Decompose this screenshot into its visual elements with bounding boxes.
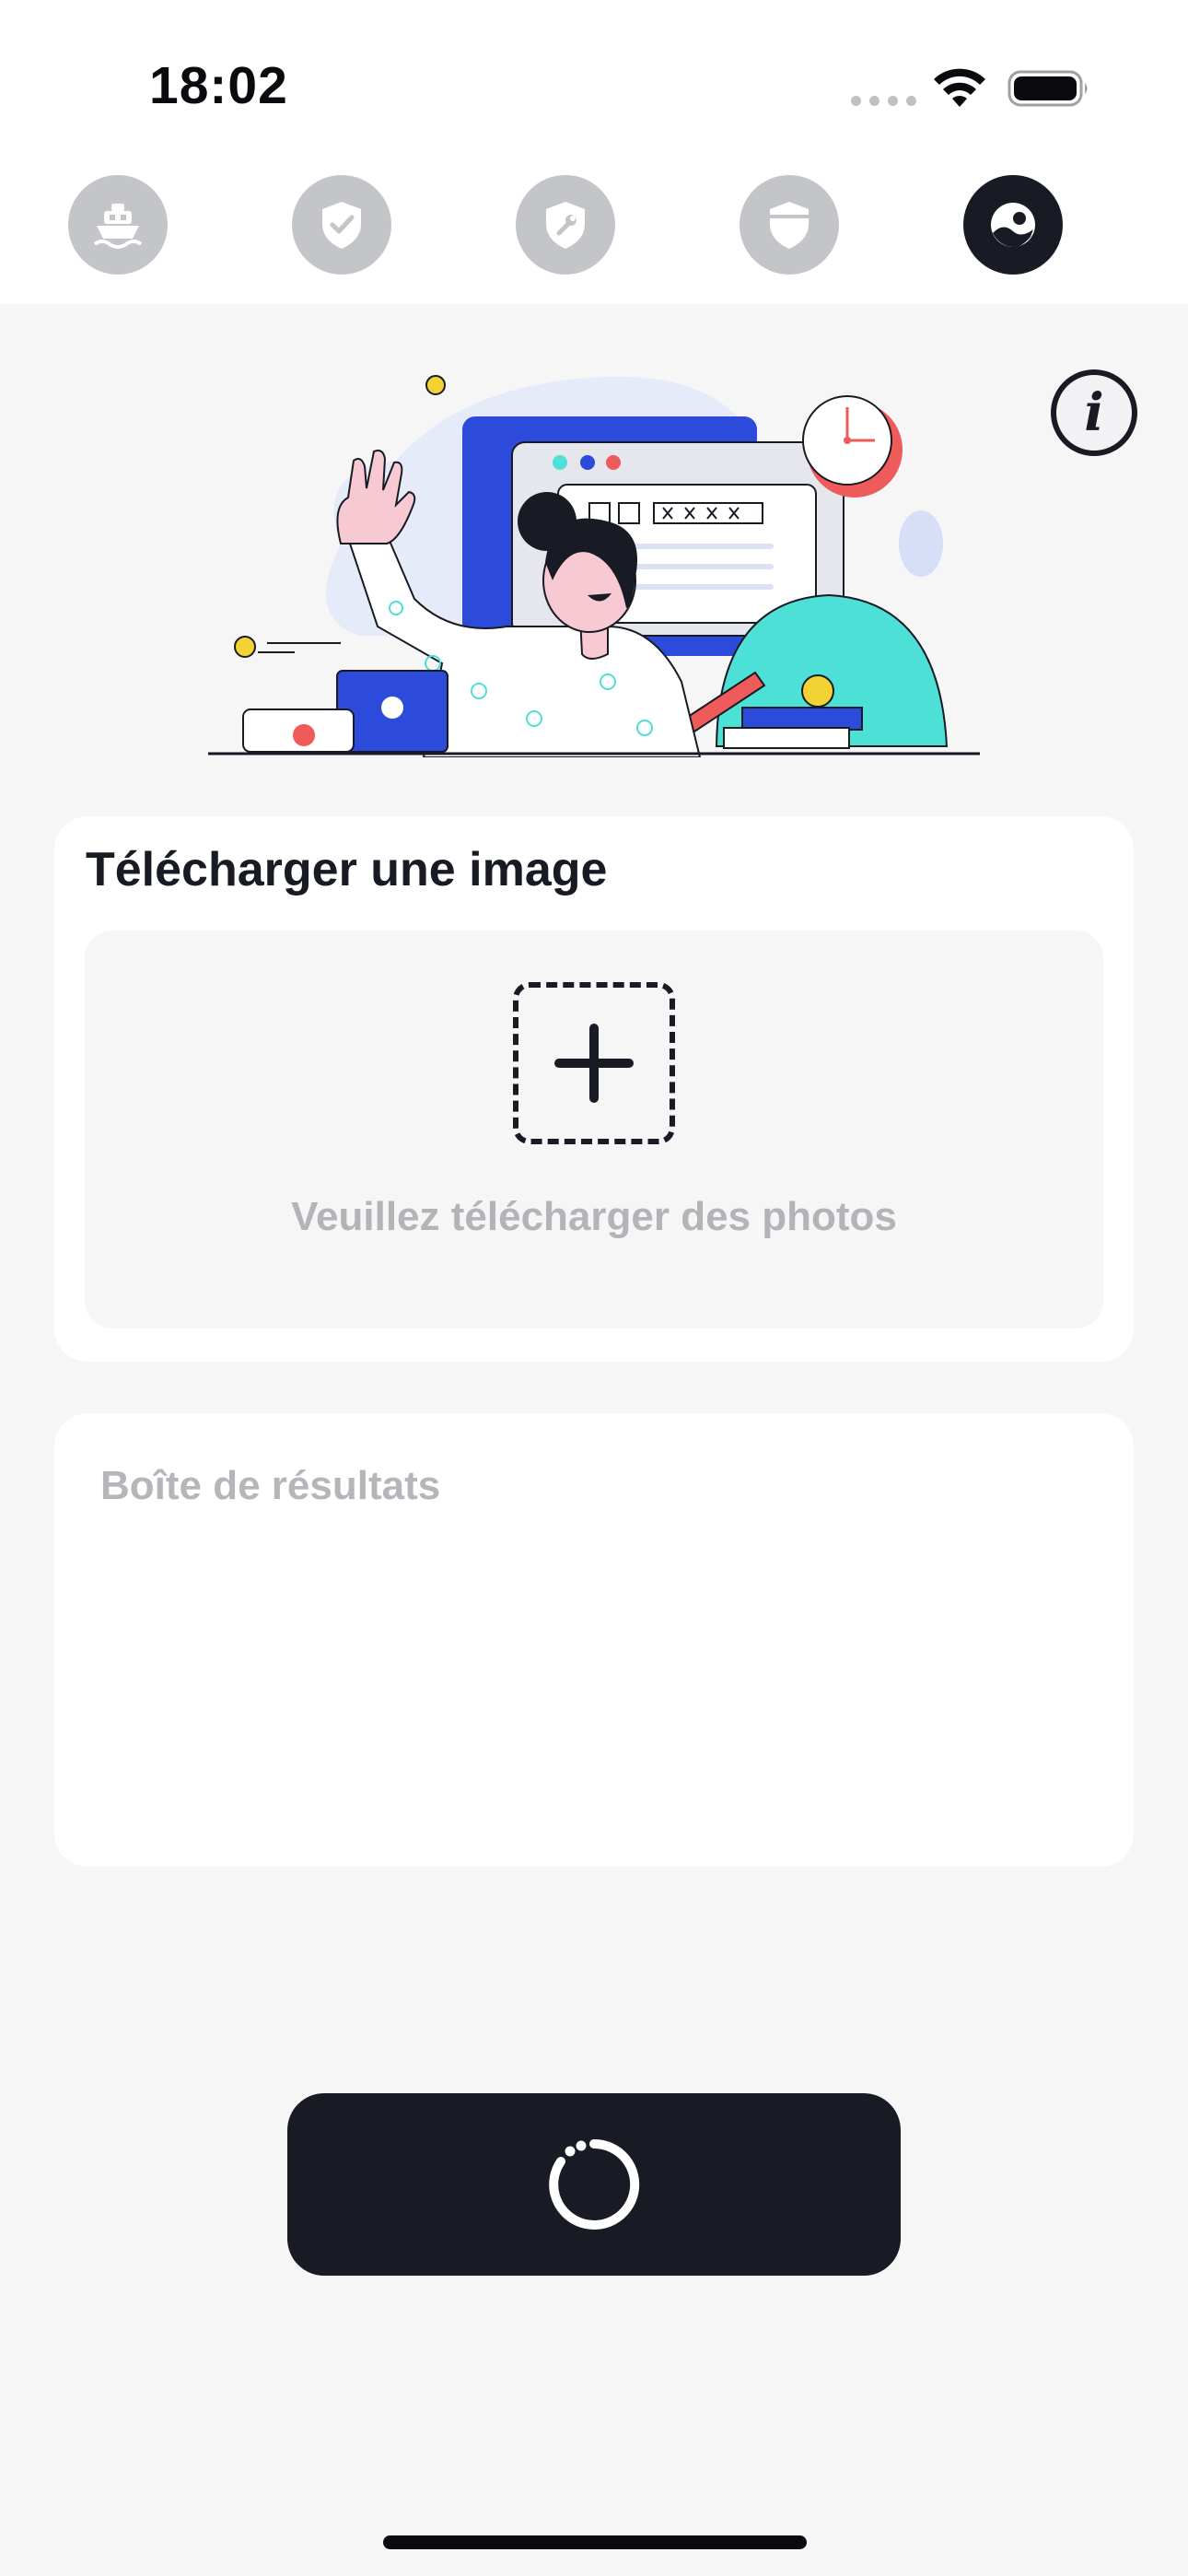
status-bar: 18:02 — [0, 0, 1188, 166]
cellular-signal-icon — [851, 96, 916, 106]
home-indicator — [383, 2535, 807, 2549]
wifi-icon — [934, 68, 985, 107]
upload-card: Télécharger une image Veuillez télécharg… — [54, 816, 1134, 1362]
upload-title: Télécharger une image — [86, 843, 608, 896]
upload-illustration — [208, 375, 980, 757]
category-tab-bar — [0, 166, 1188, 304]
tab-shield-check[interactable] — [292, 175, 391, 275]
info-button[interactable]: i — [1051, 369, 1137, 456]
tab-ship[interactable] — [68, 175, 168, 275]
face-image-icon — [991, 203, 1035, 248]
spinner-icon — [549, 2138, 640, 2230]
photo-upload-dropzone[interactable]: Veuillez télécharger des photos — [85, 931, 1103, 1329]
result-placeholder: Boîte de résultats — [100, 1463, 441, 1508]
status-time: 18:02 — [149, 56, 288, 115]
result-box: Boîte de résultats — [54, 1413, 1134, 1867]
tab-shield[interactable] — [740, 175, 839, 275]
ship-icon — [93, 204, 143, 249]
plus-icon — [554, 1024, 634, 1103]
info-icon: i — [1084, 382, 1104, 443]
battery-icon — [1007, 70, 1088, 107]
shield-wrench-icon — [546, 202, 585, 249]
upload-hint: Veuillez télécharger des photos — [291, 1194, 897, 1239]
submit-button[interactable] — [287, 2093, 901, 2276]
tab-face-image[interactable] — [963, 175, 1063, 275]
shield-icon — [770, 202, 809, 249]
tab-shield-wrench[interactable] — [516, 175, 615, 275]
shield-check-icon — [322, 202, 361, 249]
add-photo-button[interactable] — [513, 982, 675, 1144]
